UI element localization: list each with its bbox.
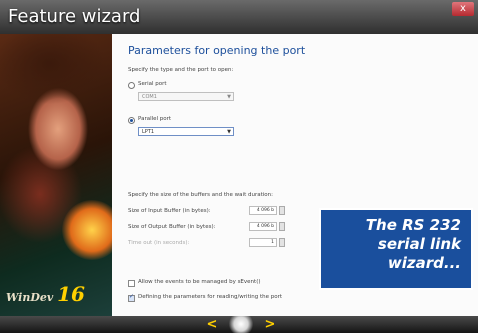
serial-port-label: Serial port (138, 81, 167, 87)
chevron-down-icon: ▼ (227, 94, 231, 100)
timeout-stepper[interactable] (279, 238, 285, 247)
serial-port-radio[interactable] (128, 82, 135, 89)
caption-line-3: wizard... (387, 254, 461, 272)
page-title: Parameters for opening the port (128, 44, 306, 57)
timeout-label: Time out (in seconds): (128, 240, 190, 246)
logo-text: WinDev (6, 291, 54, 304)
input-buffer-label: Size of Input Buffer (in bytes): (128, 208, 211, 214)
parallel-port-label: Parallel port (138, 116, 172, 122)
serial-port-value: COM1 (142, 94, 157, 100)
serial-port-select[interactable]: COM1 ▼ (138, 92, 234, 101)
artwork-glow (62, 200, 112, 260)
artwork-hair (0, 34, 112, 124)
timeout-field[interactable]: 1 (249, 238, 277, 247)
close-button[interactable]: x (452, 2, 474, 16)
caption-line-1: The RS 232 (365, 216, 461, 234)
feature-wizard-window: Feature wizard x WinDev 16 Parameters fo… (0, 0, 478, 333)
caption-line-2: serial link (377, 235, 461, 253)
mouse-cursor-icon (226, 316, 256, 333)
parallel-port-value: LPT1 (142, 129, 155, 135)
chevron-down-icon: ▼ (227, 129, 231, 135)
define-params-checkbox[interactable] (128, 293, 135, 302)
title-bar: Feature wizard x (0, 0, 478, 34)
parallel-port-radio[interactable] (128, 117, 135, 124)
previous-button[interactable]: < (204, 318, 220, 331)
window-title: Feature wizard (8, 6, 141, 27)
logo-number: 16 (57, 282, 85, 306)
navigation-bar: < > (0, 316, 478, 333)
input-buffer-stepper[interactable] (279, 206, 285, 215)
define-params-label: Defining the parameters for reading/writ… (138, 294, 283, 300)
output-buffer-field[interactable]: 4 096 b (249, 222, 277, 231)
parallel-port-select[interactable]: LPT1 ▼ (138, 127, 234, 136)
wizard-artwork: WinDev 16 (0, 34, 112, 316)
next-button[interactable]: > (262, 318, 278, 331)
feature-caption: The RS 232 serial link wizard... (319, 208, 473, 290)
intro-text: Specify the type and the port to open: (128, 67, 234, 73)
windev-logo: WinDev 16 (6, 282, 85, 306)
output-buffer-label: Size of Output Buffer (in bytes): (128, 224, 216, 230)
buffers-intro-text: Specify the size of the buffers and the … (128, 192, 273, 198)
output-buffer-stepper[interactable] (279, 222, 285, 231)
events-checkbox[interactable] (128, 280, 135, 287)
events-label: Allow the events to be managed by sEvent… (138, 279, 261, 285)
input-buffer-field[interactable]: 4 096 b (249, 206, 277, 215)
